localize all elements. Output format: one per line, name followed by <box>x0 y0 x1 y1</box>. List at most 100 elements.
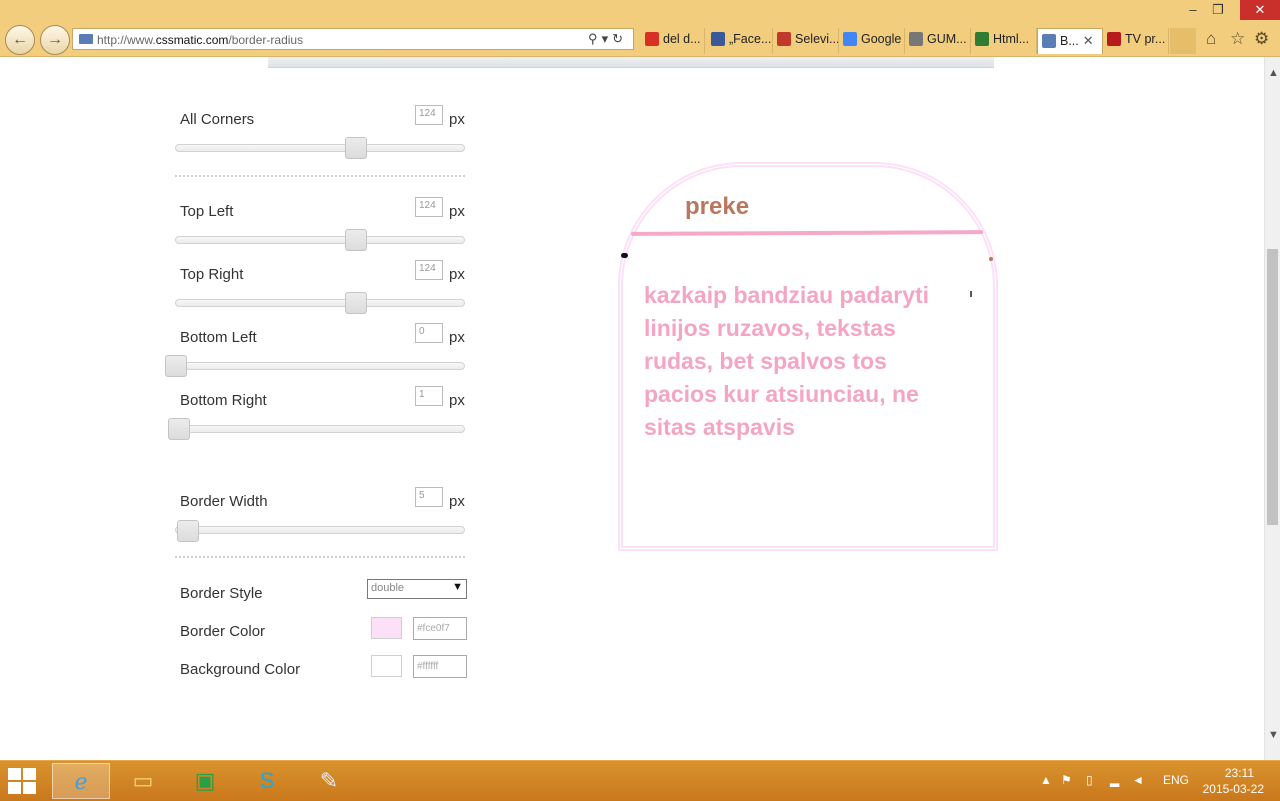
browser-tab[interactable]: GUM... <box>905 28 971 54</box>
border-color-input[interactable]: #fce0f7 <box>413 617 467 640</box>
forward-button[interactable]: → <box>40 25 70 55</box>
background-color-swatch[interactable] <box>371 655 402 677</box>
browser-tab[interactable]: B... ✕ <box>1037 28 1103 54</box>
battery-icon[interactable]: ▯ <box>1086 773 1093 787</box>
scrollbar-thumb[interactable] <box>1267 249 1278 525</box>
divider <box>175 175 465 177</box>
all-corners-slider[interactable] <box>175 144 465 152</box>
favicon-icon <box>1107 32 1121 46</box>
browser-tab[interactable]: Html... <box>971 28 1037 54</box>
border-style-value: double <box>371 582 405 594</box>
address-bar[interactable]: http://www.cssmatic.com/border-radius ⚲▾… <box>72 28 634 50</box>
top-left-unit: px <box>449 203 465 220</box>
taskbar-paint[interactable]: ✎ <box>300 763 358 799</box>
clock[interactable]: 23:11 2015-03-22 <box>1200 765 1264 797</box>
url-path: /border-radius <box>228 33 304 47</box>
tab-label: TV pr... <box>1125 32 1166 46</box>
favicon-icon <box>777 32 791 46</box>
address-tools: ⚲▾↻ <box>588 31 627 47</box>
stray-mark <box>621 253 628 258</box>
back-arrow-icon: ← <box>12 31 28 48</box>
bottom-right-input[interactable]: 1 <box>415 386 443 406</box>
taskbar: ℯ ▭ ▣ S ✎ ▲ ⚑ ▯ ▂ ◄ ENG 23:11 2015-03-22 <box>0 760 1280 801</box>
favicon-icon <box>1042 34 1056 48</box>
all-corners-label: All Corners <box>180 111 255 128</box>
top-right-slider-thumb[interactable] <box>345 292 367 314</box>
store-icon: ▣ <box>194 768 216 793</box>
browser-tab[interactable]: Selevi... <box>773 28 839 54</box>
scroll-down-icon[interactable]: ▼ <box>1268 729 1279 741</box>
volume-icon[interactable]: ◄ <box>1132 773 1144 787</box>
favorites-star-icon[interactable]: ☆ <box>1230 29 1245 49</box>
taskbar-store[interactable]: ▣ <box>176 763 234 799</box>
vertical-scrollbar[interactable]: ▲ ▼ <box>1264 57 1280 760</box>
settings-gear-icon[interactable]: ⚙ <box>1254 29 1269 49</box>
scroll-up-icon[interactable]: ▲ <box>1268 67 1279 79</box>
favicon-icon <box>909 32 923 46</box>
all-corners-slider-thumb[interactable] <box>345 137 367 159</box>
border-width-label: Border Width <box>180 493 268 510</box>
browser-tab[interactable]: „Face... <box>707 28 773 54</box>
all-corners-input[interactable]: 124 <box>415 105 443 125</box>
dropdown-icon[interactable]: ▾ <box>602 31 613 46</box>
browser-tab[interactable]: del d... <box>641 28 705 54</box>
border-style-label: Border Style <box>180 585 263 602</box>
bottom-left-slider[interactable] <box>175 362 465 370</box>
back-button[interactable]: ← <box>5 25 35 55</box>
page-icon <box>79 34 93 44</box>
bottom-left-unit: px <box>449 329 465 346</box>
border-width-input[interactable]: 5 <box>415 487 443 507</box>
border-color-label: Border Color <box>180 623 266 640</box>
bottom-right-slider[interactable] <box>175 425 465 433</box>
url-text: http://www.cssmatic.com/border-radius <box>97 33 303 47</box>
banner-bottom-edge <box>268 57 994 68</box>
browser-tab[interactable]: Google <box>839 28 905 54</box>
restore-button[interactable]: ❐ <box>1205 2 1231 18</box>
browser-tab[interactable]: TV pr... <box>1103 28 1169 54</box>
new-tab-button[interactable] <box>1170 28 1196 54</box>
show-hidden-icons-icon[interactable]: ▲ <box>1040 773 1052 787</box>
bottom-left-slider-thumb[interactable] <box>165 355 187 377</box>
bottom-right-slider-thumb[interactable] <box>168 418 190 440</box>
refresh-icon[interactable]: ↻ <box>612 31 627 46</box>
top-left-slider[interactable] <box>175 236 465 244</box>
top-left-slider-thumb[interactable] <box>345 229 367 251</box>
top-right-input[interactable]: 124 <box>415 260 443 280</box>
bottom-left-input[interactable]: 0 <box>415 323 443 343</box>
taskbar-skype[interactable]: S <box>238 763 296 799</box>
tab-label: del d... <box>663 32 701 46</box>
taskbar-explorer[interactable]: ▭ <box>114 763 172 799</box>
close-window-button[interactable]: ✕ <box>1240 0 1280 20</box>
top-right-label: Top Right <box>180 266 244 283</box>
top-left-input[interactable]: 124 <box>415 197 443 217</box>
browser-chrome: – ❐ ✕ ← → http://www.cssmatic.com/border… <box>0 0 1280 57</box>
taskbar-ie[interactable]: ℯ <box>52 763 110 799</box>
windows-logo-icon <box>8 782 21 794</box>
windows-logo-icon <box>8 768 21 780</box>
start-button[interactable] <box>8 768 38 794</box>
border-width-unit: px <box>449 493 465 510</box>
tab-label: „Face... <box>729 32 772 46</box>
language-indicator[interactable]: ENG <box>1163 773 1189 787</box>
minimize-button[interactable]: – <box>1180 2 1206 17</box>
network-icon[interactable]: ▂ <box>1110 773 1119 787</box>
tab-label: GUM... <box>927 32 967 46</box>
bottom-left-label: Bottom Left <box>180 329 257 346</box>
top-right-slider[interactable] <box>175 299 465 307</box>
close-tab-icon[interactable]: ✕ <box>1083 33 1094 48</box>
windows-logo-icon <box>23 782 36 794</box>
border-width-slider[interactable] <box>175 526 465 534</box>
divider <box>175 556 465 558</box>
background-color-input[interactable]: #ffffff <box>413 655 467 678</box>
tab-label: Html... <box>993 32 1030 46</box>
border-color-swatch[interactable] <box>371 617 402 639</box>
chevron-down-icon: ▼ <box>452 581 463 593</box>
search-icon[interactable]: ⚲ <box>588 31 602 46</box>
flag-icon[interactable]: ⚑ <box>1061 773 1072 787</box>
home-icon[interactable]: ⌂ <box>1206 29 1216 49</box>
border-style-select[interactable]: double ▼ <box>367 579 467 599</box>
bottom-right-unit: px <box>449 392 465 409</box>
border-width-slider-thumb[interactable] <box>177 520 199 542</box>
clock-date: 2015-03-22 <box>1202 782 1264 796</box>
internet-explorer-icon: ℯ <box>74 769 88 794</box>
